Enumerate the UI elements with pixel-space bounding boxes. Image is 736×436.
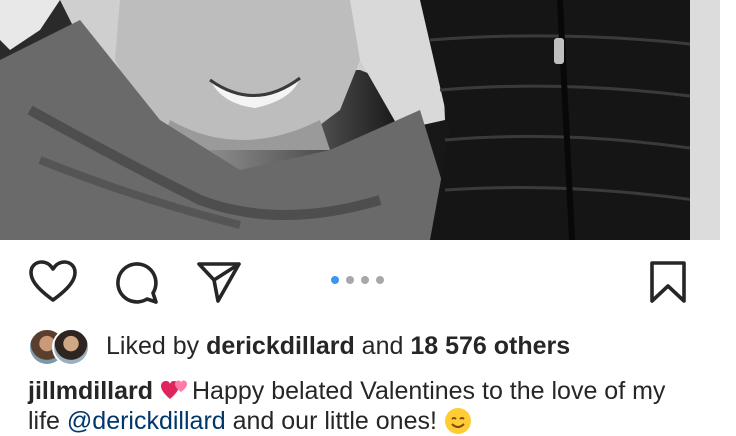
likes-middle: and [354, 332, 411, 360]
avatar[interactable] [52, 328, 90, 366]
liked-by-username[interactable]: derickdillard [206, 332, 355, 360]
caption-line2-suffix: and our little ones! [225, 407, 444, 435]
carousel-indicator [331, 276, 384, 284]
post-photo[interactable] [0, 0, 720, 240]
comment-icon[interactable] [113, 260, 159, 306]
photo-illustration [0, 0, 720, 240]
two-hearts-emoji-icon [160, 380, 187, 399]
smiling-face-emoji-icon [444, 408, 471, 434]
post-caption: jillmdillard Happy belated Valentines to… [28, 376, 718, 406]
caption-line2-prefix: life [28, 407, 67, 435]
carousel-dot-active [331, 276, 339, 284]
carousel-dot [346, 276, 354, 284]
likes-row[interactable]: Liked by derickdillard and 18 576 others [28, 325, 728, 369]
carousel-dot [361, 276, 369, 284]
likes-prefix: Liked by [106, 332, 207, 360]
send-icon[interactable] [196, 260, 242, 304]
carousel-dot [376, 276, 384, 284]
caption-text: Happy belated Valentines to the love of … [191, 377, 666, 405]
caption-username[interactable]: jillmdillard [28, 377, 153, 405]
bookmark-icon[interactable] [648, 260, 688, 304]
caption-mention-link[interactable]: @derickdillard [67, 407, 226, 435]
likes-count[interactable]: 18 576 others [410, 332, 570, 360]
likes-summary[interactable]: Liked by derickdillard and 18 576 others [106, 331, 570, 361]
post-caption-line-2: life @derickdillard and our little ones! [28, 406, 472, 436]
heart-icon[interactable] [29, 260, 77, 304]
